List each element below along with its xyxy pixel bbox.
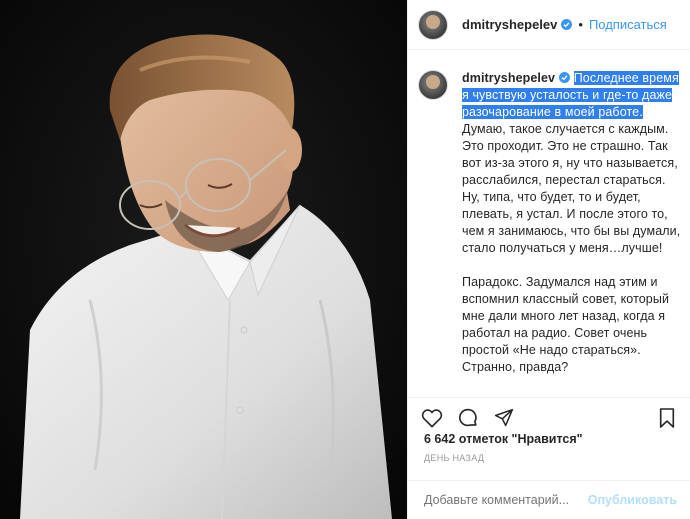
post-header: dmitryshepelev • Подписаться [408,0,690,50]
share-button[interactable] [490,404,518,432]
post-timestamp[interactable]: ДЕНЬ НАЗАД [424,453,484,463]
caption-row: dmitryshepelev Последнее время я чувству… [418,70,681,376]
verified-badge-icon [561,19,573,30]
header-username[interactable]: dmitryshepelev [462,17,557,32]
caption-username[interactable]: dmitryshepelev [462,71,555,85]
man-in-white-shirt-image [0,0,407,519]
comments-area: dmitryshepelev Последнее время я чувству… [408,70,690,390]
comment-icon [458,408,477,426]
publish-button[interactable]: Опубликовать [588,493,677,507]
post-photo[interactable] [0,0,407,519]
action-bar [408,397,690,431]
heart-icon [421,408,443,427]
verified-badge-icon [559,72,571,83]
caption-text: dmitryshepelev Последнее время я чувству… [462,70,681,376]
caption-avatar[interactable] [418,70,448,100]
like-button[interactable] [418,404,446,432]
caption-paragraph-1: dmitryshepelev Последнее время я чувству… [462,70,681,257]
caption-body-2: Парадокс. Задумался над этим и вспомнил … [462,275,670,374]
share-icon [494,408,514,426]
header-separator: • [578,17,583,32]
comment-input[interactable] [424,493,588,507]
avatar[interactable] [418,9,448,40]
bookmark-icon [659,407,675,428]
add-comment-box: Опубликовать [408,480,690,519]
save-button[interactable] [653,404,681,432]
comment-button[interactable] [454,404,482,432]
caption-body-1: Думаю, такое случается с каждым. Это про… [462,122,681,255]
follow-button[interactable]: Подписаться [589,17,667,32]
post-sidebar: dmitryshepelev • Подписаться dmitryshepe… [407,0,690,519]
likes-count[interactable]: 6 642 отметок "Нравится" [424,432,583,446]
